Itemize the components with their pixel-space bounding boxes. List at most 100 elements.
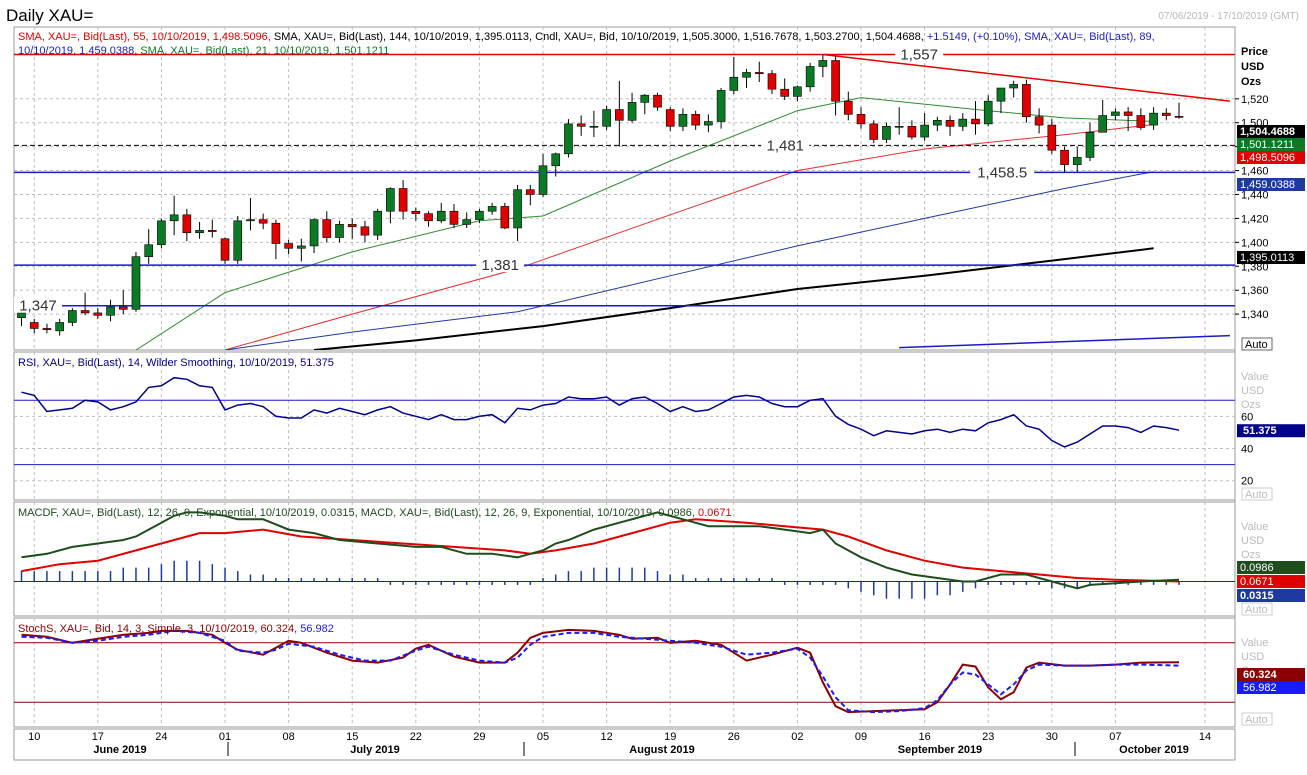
candle-body: [1174, 116, 1184, 118]
candle-body: [983, 100, 993, 125]
candle-body: [1060, 149, 1069, 165]
x-tick-label: 10: [28, 731, 40, 743]
candle-body: [678, 114, 688, 127]
candle-body: [29, 322, 39, 329]
legend-segment: +1.5149, (+0.10%),: [927, 31, 1024, 43]
rsi-auto-button[interactable]: Auto: [1241, 487, 1273, 501]
candle-body: [1034, 116, 1044, 126]
tag-label: 1,459.0388: [1240, 179, 1295, 191]
x-tick-label: 15: [346, 731, 358, 743]
candle: [1174, 102, 1184, 119]
candle-body: [589, 125, 599, 128]
candle: [1047, 119, 1057, 154]
legend-segment: SMA, XAU=, Bid(Last), 21, 10/10/2019, 1,…: [140, 45, 389, 57]
candle-body: [869, 123, 879, 140]
candle: [869, 120, 879, 144]
x-tick-label: 12: [600, 731, 612, 743]
candle-body: [933, 120, 942, 126]
candle-body: [284, 243, 293, 249]
candle: [653, 92, 662, 111]
chart-svg: 1,557 1,481 1,458.5 1,381 1,347 SMA, XAU=, Bi…: [13, 26, 1305, 761]
candle-body: [882, 125, 891, 140]
candle: [894, 107, 904, 135]
tag-label: 1,498.5096: [1240, 152, 1295, 164]
month-label: June 2019: [93, 744, 146, 756]
candle-body: [513, 189, 522, 229]
x-tick-label: 05: [537, 731, 549, 743]
candle: [1111, 108, 1120, 121]
candle-body: [157, 220, 166, 246]
x-tick-label: 16: [918, 731, 930, 743]
last-value-tag: 1,395.0113: [1237, 251, 1305, 264]
candle: [500, 202, 510, 230]
candle-body: [297, 245, 306, 249]
x-tick-label: 24: [155, 731, 167, 743]
candle: [958, 113, 968, 132]
candle: [195, 221, 204, 239]
price-tick-label: 1,420: [1241, 213, 1269, 225]
candle-body: [500, 206, 510, 229]
candle: [258, 213, 268, 230]
candle: [665, 107, 675, 132]
level-label: 1,481: [766, 137, 804, 154]
candle: [1098, 99, 1107, 133]
candle-body: [894, 125, 904, 128]
candle-body: [475, 210, 484, 220]
rsi-axis-header: Ozs: [1241, 399, 1261, 411]
candle-body: [843, 100, 853, 115]
last-value-tag: 1,501.1211: [1237, 138, 1305, 151]
candle-body: [80, 310, 90, 314]
candle: [754, 61, 764, 83]
candle-body: [271, 222, 281, 244]
candle: [742, 68, 751, 89]
macd-axis-header: USD: [1241, 535, 1264, 547]
candle: [386, 187, 395, 224]
candle-body: [55, 322, 64, 332]
candle: [246, 198, 255, 231]
candle-body: [767, 73, 777, 90]
candle-body: [309, 219, 319, 247]
candle: [729, 56, 739, 94]
candle: [767, 70, 777, 94]
candle-body: [1047, 124, 1057, 151]
candle: [80, 292, 90, 316]
macd-tag-label: 0.0315: [1240, 590, 1274, 602]
candle: [424, 211, 433, 227]
candle-body: [576, 123, 586, 127]
level-label: 1,557: [900, 47, 938, 64]
candle-body: [627, 102, 637, 121]
candle: [843, 91, 853, 121]
candle: [1162, 108, 1171, 121]
price-auto-button[interactable]: Auto: [1241, 337, 1273, 351]
macd-auto-button[interactable]: Auto: [1241, 602, 1273, 616]
candle: [68, 308, 77, 327]
rsi-axis-header: Value: [1241, 371, 1268, 383]
stoch-axis-header: Value: [1241, 637, 1268, 649]
rsi-axis-header: USD: [1241, 385, 1264, 397]
candle-body: [322, 219, 332, 238]
price-tick-label: 1,440: [1241, 189, 1269, 201]
legend-segment: SMA, XAU=, Bid(Last), 89,: [1024, 31, 1155, 43]
candle: [1009, 80, 1018, 98]
candle-body: [462, 219, 472, 225]
candle-body: [1085, 131, 1095, 158]
candle-body: [920, 124, 929, 138]
candle-body: [958, 118, 968, 127]
candle-body: [665, 109, 675, 127]
candle: [704, 114, 713, 133]
price-axis-header: USD: [1241, 61, 1264, 73]
candle: [525, 184, 535, 206]
price-tick-label: 1,400: [1241, 237, 1269, 249]
month-label: September 2019: [898, 744, 982, 756]
level-label: 1,458.5: [977, 164, 1027, 181]
candle-body: [208, 230, 217, 232]
candle-body: [233, 220, 243, 261]
candle: [640, 93, 650, 115]
rsi-legend: RSI, XAU=, Bid(Last), 14, Wilder Smoothi…: [18, 357, 334, 369]
candle: [780, 78, 790, 100]
macd-line: [21, 511, 1180, 590]
legend-segment: Cndl, XAU=, Bid, 10/10/2019, 1,505.3000,…: [535, 31, 927, 43]
stoch-auto-button[interactable]: Auto: [1241, 712, 1273, 726]
rsi-panel: 60 40 20 RSI, XAU=, Bid(Last), 14, Wilder S…: [14, 357, 1305, 501]
x-tick-label: 02: [791, 731, 803, 743]
